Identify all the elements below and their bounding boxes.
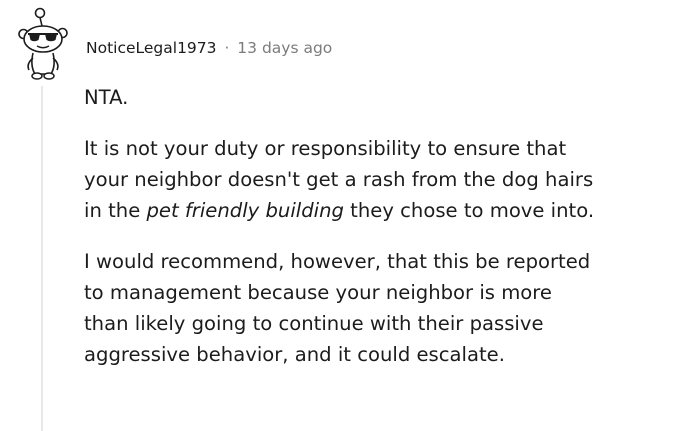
comment-meta: NoticeLegal1973 · 13 days ago bbox=[86, 36, 332, 60]
comment-body: NTA. It is not your duty or responsibili… bbox=[84, 82, 694, 370]
text-segment: they chose to move into. bbox=[343, 199, 595, 222]
thread-collapse-line[interactable] bbox=[41, 86, 43, 431]
comment: NoticeLegal1973 · 13 days ago NTA. It is… bbox=[0, 0, 700, 431]
reddit-snoo-sunglasses-icon bbox=[18, 7, 68, 80]
avatar[interactable] bbox=[16, 6, 72, 82]
text-line: It is not your duty or responsibility to… bbox=[84, 137, 567, 160]
paragraph-verdict: NTA. bbox=[84, 82, 694, 113]
timestamp-link[interactable]: 13 days ago bbox=[237, 39, 332, 57]
text-line: aggressive behavior, and it could escala… bbox=[84, 343, 505, 366]
text-line: to management because your neighbor is m… bbox=[84, 281, 552, 304]
paragraph-duty: It is not your duty or responsibility to… bbox=[84, 133, 694, 226]
text-line: I would recommend, however, that this be… bbox=[84, 250, 591, 273]
italic-text: pet friendly building bbox=[146, 199, 344, 222]
username-link[interactable]: NoticeLegal1973 bbox=[86, 39, 217, 57]
text-segment: in the bbox=[84, 199, 147, 222]
text-line: NTA. bbox=[84, 86, 129, 109]
text-line: in the pet friendly building they chose … bbox=[84, 195, 694, 226]
paragraph-recommendation: I would recommend, however, that this be… bbox=[84, 246, 694, 370]
text-line: your neighbor doesn't get a rash from th… bbox=[84, 168, 594, 191]
text-line: than likely going to continue with their… bbox=[84, 312, 544, 335]
meta-separator: · bbox=[224, 39, 230, 57]
